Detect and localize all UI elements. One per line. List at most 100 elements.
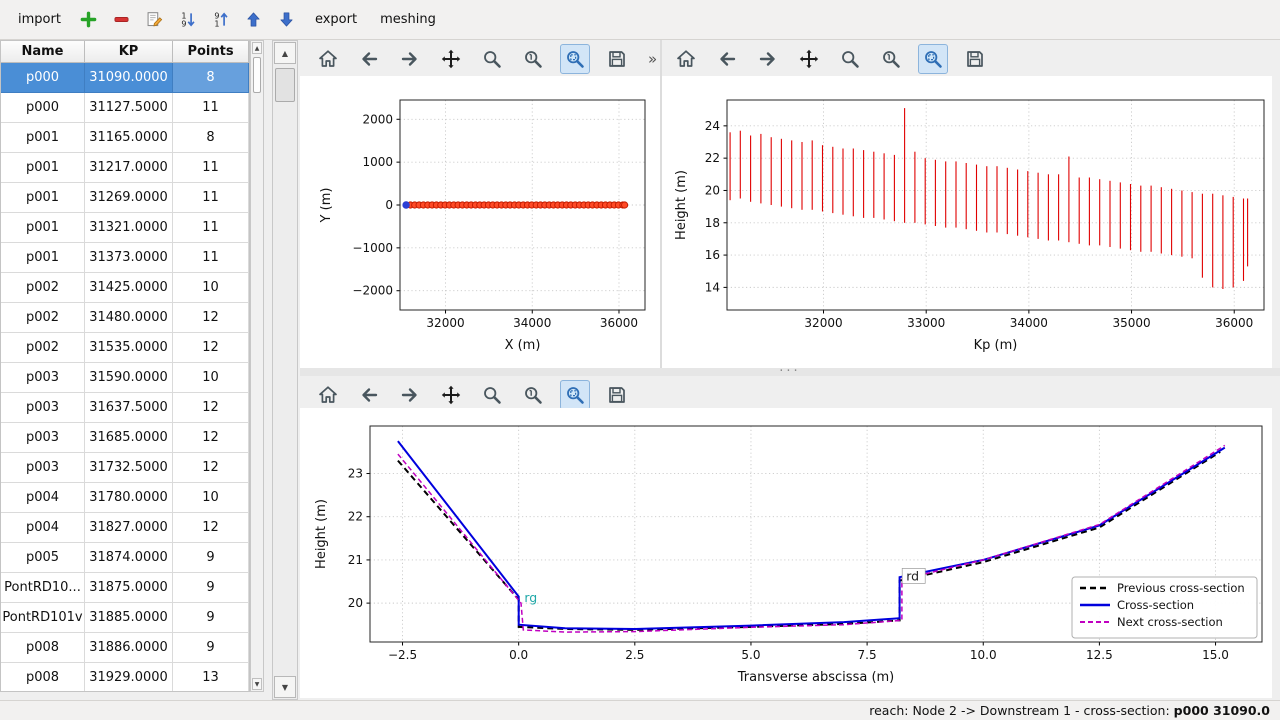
cell-name: p002 <box>1 303 85 333</box>
forward-icon[interactable] <box>396 45 424 73</box>
svg-text:Y (m): Y (m) <box>319 188 334 224</box>
column-header-name[interactable]: Name <box>1 41 85 63</box>
scrollbar-thumb[interactable] <box>275 68 295 102</box>
table-row[interactable]: p00131165.00008 <box>1 123 249 153</box>
table-scrollbar-outer[interactable]: ▲ ▼ <box>272 40 298 700</box>
svg-text:35000: 35000 <box>1112 316 1150 330</box>
cell-kp: 31425.0000 <box>85 273 173 303</box>
cell-points: 11 <box>173 243 249 273</box>
cell-name: p004 <box>1 513 85 543</box>
table-row[interactable]: p00231480.000012 <box>1 303 249 333</box>
forward-icon[interactable] <box>396 381 424 409</box>
cell-points: 8 <box>173 123 249 153</box>
meshing-button[interactable]: meshing <box>372 8 444 31</box>
zoom-icon[interactable] <box>836 45 864 73</box>
table-row[interactable]: p00031127.500011 <box>1 93 249 123</box>
table-row[interactable]: p00131269.000011 <box>1 183 249 213</box>
move-down-icon[interactable] <box>274 7 300 33</box>
table-scrollbar-inner[interactable]: ▲ ▼ <box>250 40 264 692</box>
add-icon[interactable] <box>76 7 102 33</box>
svg-text:Height (m): Height (m) <box>674 170 689 240</box>
pan-icon[interactable] <box>795 45 823 73</box>
table-row[interactable]: p00131217.000011 <box>1 153 249 183</box>
edit-icon[interactable] <box>142 7 168 33</box>
home-icon[interactable] <box>314 45 342 73</box>
splitter-grip-icon[interactable]: ··· <box>779 369 800 375</box>
cell-points: 9 <box>173 633 249 663</box>
zoom-icon[interactable] <box>478 45 506 73</box>
sort-ascending-icon[interactable]: 19 <box>175 7 201 33</box>
scroll-down-icon[interactable]: ▼ <box>252 678 262 690</box>
cross-section-plot-toolbar <box>314 378 631 412</box>
back-icon[interactable] <box>713 45 741 73</box>
table-row[interactable]: p00331732.500012 <box>1 453 249 483</box>
cell-kp: 31637.5000 <box>85 393 173 423</box>
home-icon[interactable] <box>672 45 700 73</box>
cell-name: p005 <box>1 543 85 573</box>
column-header-kp[interactable]: KP <box>85 41 173 63</box>
zoom-original-icon[interactable] <box>519 381 547 409</box>
cell-kp: 31886.0000 <box>85 633 173 663</box>
table-row[interactable]: p00331590.000010 <box>1 363 249 393</box>
svg-text:22: 22 <box>348 510 363 524</box>
table-row[interactable]: p00431827.000012 <box>1 513 249 543</box>
table-row[interactable]: p00331637.500012 <box>1 393 249 423</box>
zoom-select-icon[interactable] <box>560 380 590 410</box>
scroll-up-icon[interactable]: ▲ <box>252 42 262 54</box>
save-icon[interactable] <box>961 45 989 73</box>
sort-descending-icon[interactable]: 91 <box>208 7 234 33</box>
move-up-icon[interactable] <box>241 7 267 33</box>
table-row[interactable]: PontRD101v31885.00009 <box>1 603 249 633</box>
pan-icon[interactable] <box>437 45 465 73</box>
cell-kp: 31373.0000 <box>85 243 173 273</box>
forward-icon[interactable] <box>754 45 782 73</box>
table-row[interactable]: p00831886.00009 <box>1 633 249 663</box>
table-row[interactable]: p00331685.000012 <box>1 423 249 453</box>
svg-text:−2000: −2000 <box>352 284 393 298</box>
cell-points: 8 <box>173 63 249 93</box>
home-icon[interactable] <box>314 381 342 409</box>
toolbar-overflow-chevron[interactable]: » <box>644 50 661 68</box>
svg-text:rd: rd <box>906 568 919 583</box>
cell-kp: 31090.0000 <box>85 63 173 93</box>
plan-view-chart[interactable]: 320003400036000−2000−1000010002000X (m)Y… <box>300 76 660 368</box>
column-header-points[interactable]: Points <box>173 41 249 63</box>
scroll-up-icon[interactable]: ▲ <box>274 42 296 64</box>
horizontal-splitter[interactable]: ··· <box>300 368 1280 376</box>
pan-icon[interactable] <box>437 381 465 409</box>
table-row[interactable]: p00131373.000011 <box>1 243 249 273</box>
zoom-select-icon[interactable] <box>918 44 948 74</box>
save-icon[interactable] <box>603 381 631 409</box>
scroll-down-icon[interactable]: ▼ <box>274 676 296 698</box>
delete-icon[interactable] <box>109 7 135 33</box>
cell-name: p000 <box>1 93 85 123</box>
table-row[interactable]: p00231425.000010 <box>1 273 249 303</box>
table-row[interactable]: p00131321.000011 <box>1 213 249 243</box>
cell-points: 12 <box>173 333 249 363</box>
table-row[interactable]: p00831929.000013 <box>1 663 249 692</box>
back-icon[interactable] <box>355 45 383 73</box>
svg-text:0.0: 0.0 <box>509 648 528 662</box>
zoom-original-icon[interactable] <box>519 45 547 73</box>
table-row[interactable]: p00531874.00009 <box>1 543 249 573</box>
back-icon[interactable] <box>355 381 383 409</box>
svg-text:2000: 2000 <box>362 112 393 126</box>
svg-text:Transverse abscissa (m): Transverse abscissa (m) <box>737 670 895 685</box>
svg-text:20: 20 <box>348 596 363 610</box>
zoom-select-icon[interactable] <box>560 44 590 74</box>
cross-section-chart[interactable]: −2.50.02.55.07.510.012.515.020212223rgrd… <box>300 408 1272 698</box>
zoom-original-icon[interactable] <box>877 45 905 73</box>
cell-points: 9 <box>173 543 249 573</box>
save-icon[interactable] <box>603 45 631 73</box>
scrollbar-thumb[interactable] <box>253 57 261 93</box>
svg-text:20: 20 <box>705 183 720 197</box>
longitudinal-profile-chart[interactable]: 3200033000340003500036000141618202224Kp … <box>662 76 1272 368</box>
zoom-icon[interactable] <box>478 381 506 409</box>
table-row[interactable]: p00231535.000012 <box>1 333 249 363</box>
table-row[interactable]: PontRD10...31875.00009 <box>1 573 249 603</box>
table-row[interactable]: p00031090.00008 <box>1 63 249 93</box>
cell-name: p004 <box>1 483 85 513</box>
table-row[interactable]: p00431780.000010 <box>1 483 249 513</box>
export-button[interactable]: export <box>307 8 365 31</box>
import-button[interactable]: import <box>10 8 69 31</box>
